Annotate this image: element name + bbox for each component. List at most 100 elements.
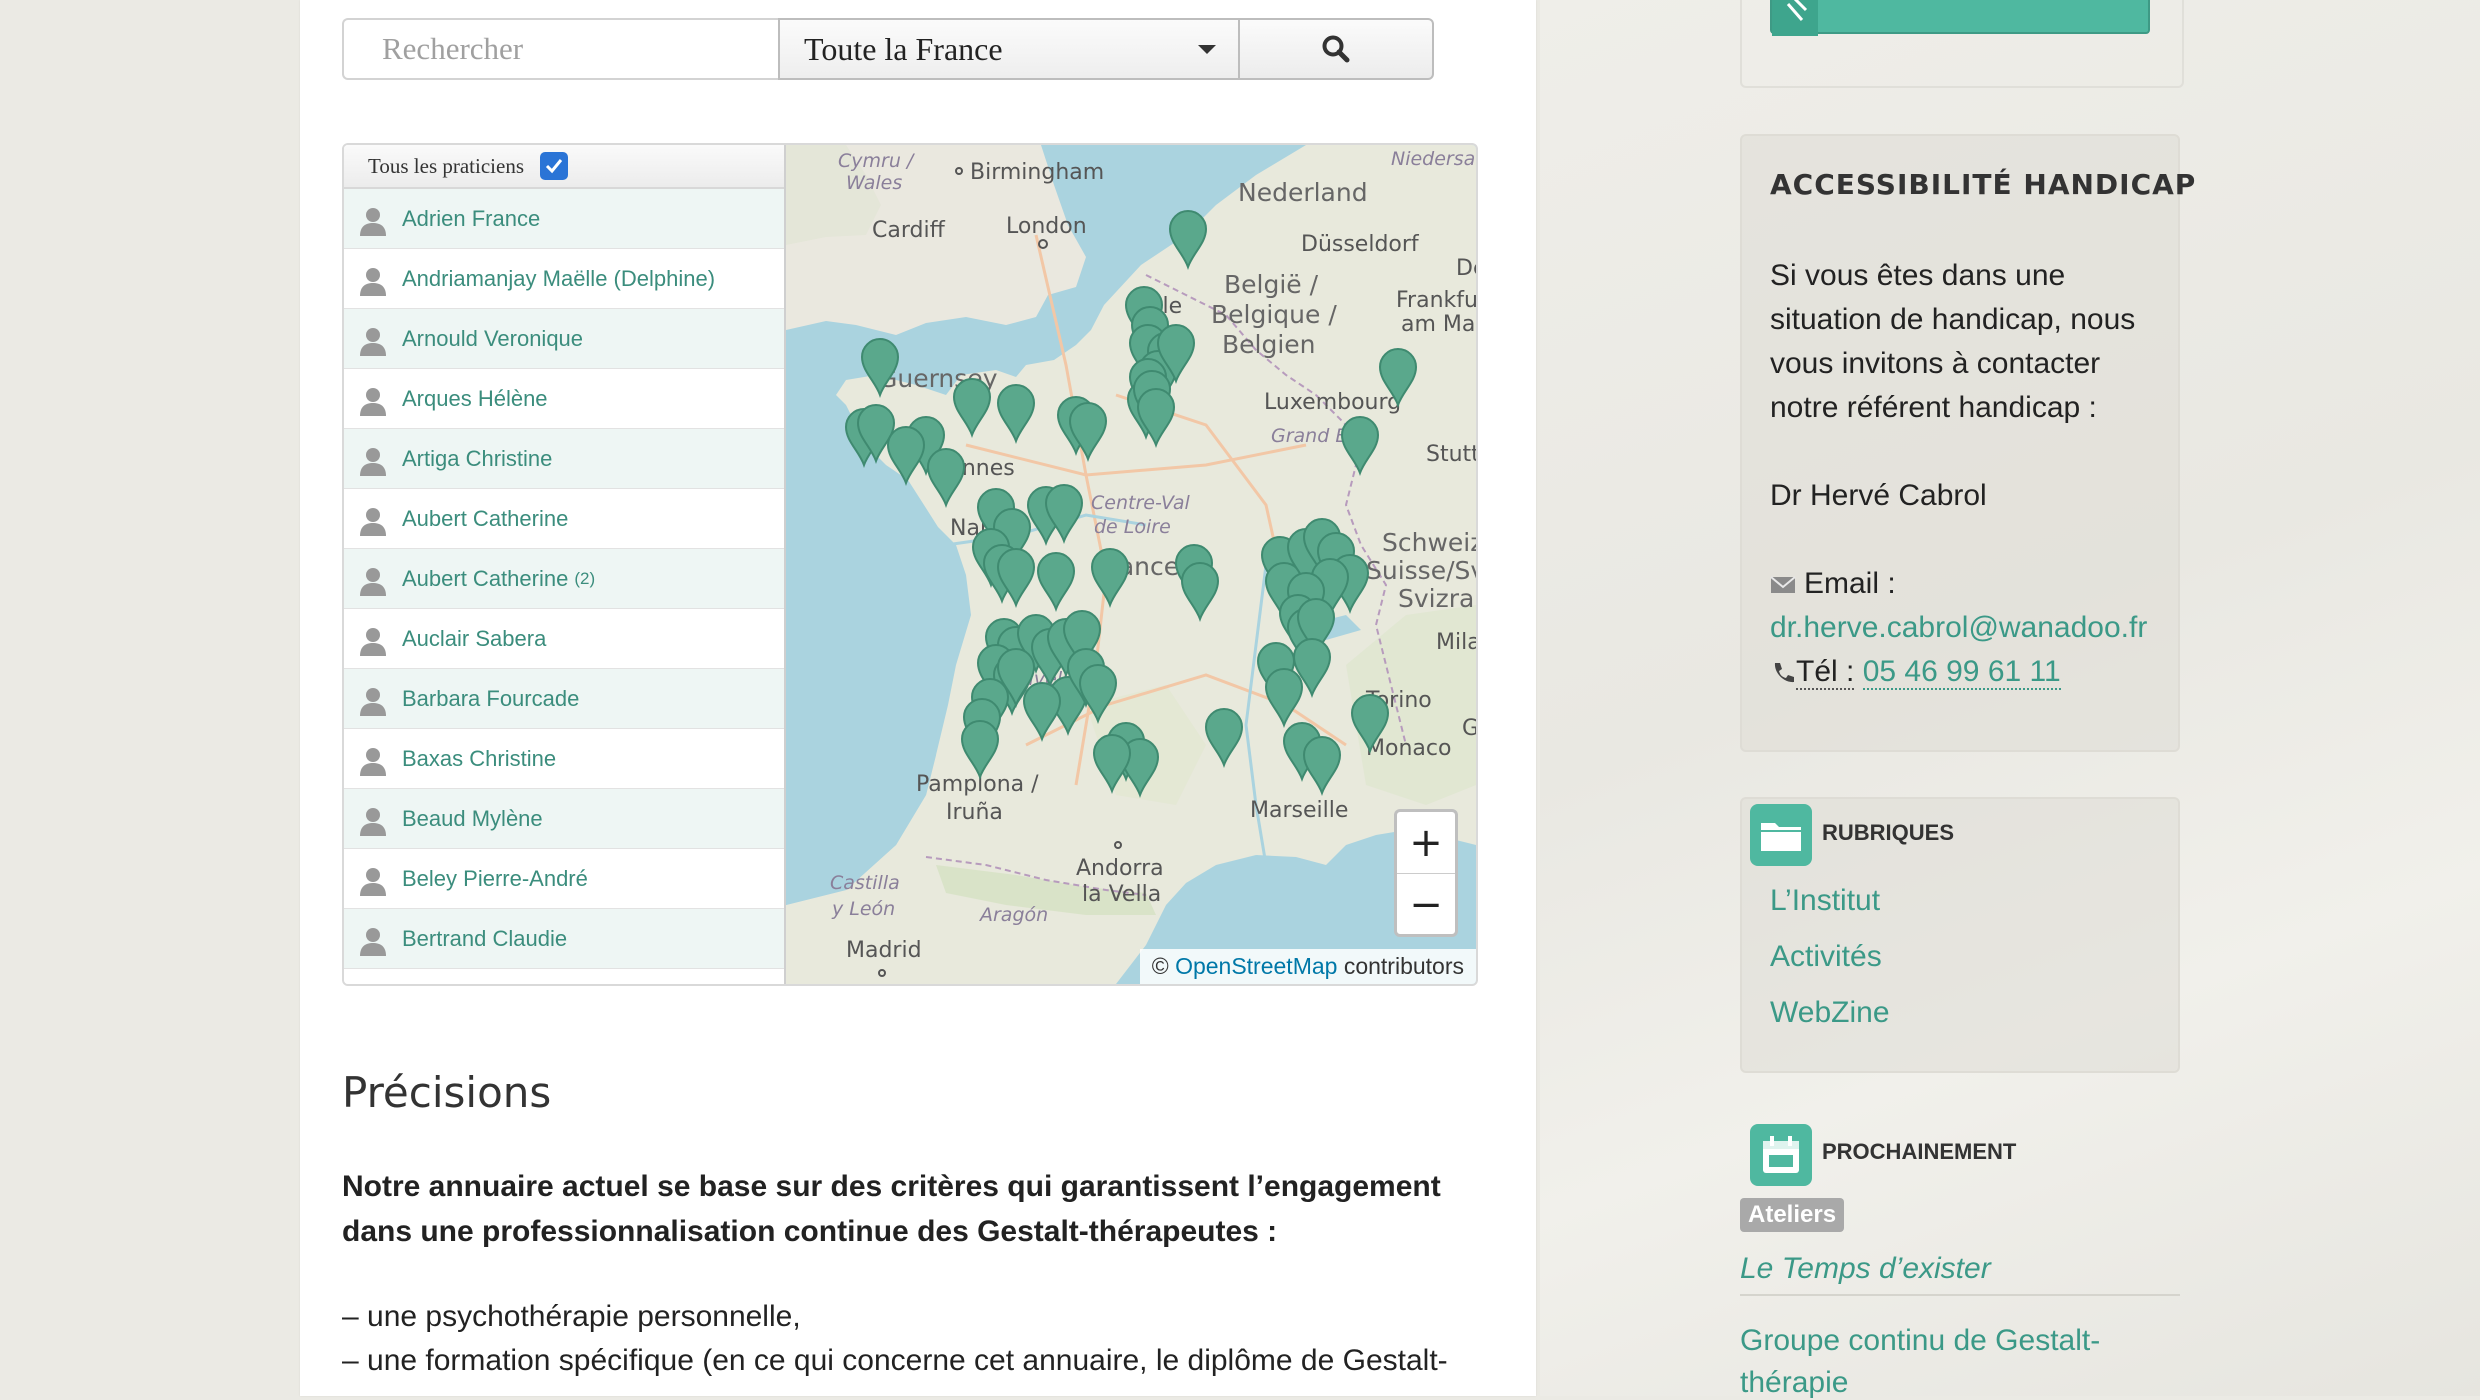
practitioner-name: Arnould Veronique [402, 325, 584, 351]
event-link-groupe-continu-2[interactable]: thérapie [1740, 1366, 1848, 1400]
practitioner-name: Andriamanjay Maëlle (Delphine) [402, 265, 716, 291]
practitioner-name: Aubert Catherine [402, 505, 569, 531]
practitioner-name: Adrien France [402, 205, 541, 231]
practitioner-row[interactable]: Beaud Mylène [344, 789, 784, 849]
accessibility-text-3: vous invitons à contacter [1770, 347, 2101, 380]
practitioner-name: Baxas Christine [402, 745, 557, 771]
practitioner-name: Beaud Mylène [402, 805, 543, 831]
phone-icon [1774, 663, 1794, 683]
practitioner-name: Aubert Catherine [402, 565, 569, 591]
map-label-belgique: Belgique / [1211, 300, 1337, 329]
region-select-value: Toute la France [804, 30, 1003, 67]
person-icon [356, 502, 390, 536]
map-label-de-loire: de Loire [1094, 516, 1171, 538]
map-label-belgien: Belgien [1222, 330, 1316, 359]
accessibility-email-line: dr.herve.cabrol@wanadoo.fr [1770, 606, 2147, 650]
map-label-castilla: Castilla [830, 872, 900, 894]
person-icon [356, 802, 390, 836]
practitioner-row[interactable]: Beley Pierre-André [344, 849, 784, 909]
precisions-item-formation: – une formation spécifique (en ce qui co… [342, 1344, 1448, 1377]
tel-link[interactable]: 05 46 99 61 11 [1862, 655, 2061, 690]
calendar-icon [1750, 1124, 1812, 1186]
ateliers-badge[interactable]: Ateliers [1740, 1198, 1845, 1232]
practitioner-name: Bertrand Claudie [402, 925, 568, 951]
contact-icon [1772, 0, 1818, 36]
practitioner-row[interactable]: Barbara Fourcade [344, 669, 784, 729]
map-label-dusseldorf: Düsseldorf [1301, 232, 1420, 257]
event-link-temps-exister[interactable]: Le Temps d’exister [1740, 1252, 1991, 1286]
map-label-schweiz: Schweiz [1382, 528, 1476, 557]
search-icon [1322, 35, 1350, 63]
zoom-control: + − [1394, 809, 1458, 937]
accessibility-heading: ACCESSIBILITÉ HANDICAP [1770, 168, 2197, 201]
person-icon [356, 682, 390, 716]
practitioner-row[interactable]: Artiga Christine [344, 429, 784, 489]
email-link[interactable]: dr.herve.cabrol@wanadoo.fr [1770, 611, 2147, 644]
all-practitioners-label: Tous les praticiens [368, 153, 524, 178]
directory-panel: Tous les praticiens Adrien France Andriam… [342, 143, 1478, 986]
person-icon [356, 862, 390, 896]
search-input[interactable] [342, 18, 778, 80]
rubrique-link-institut[interactable]: L’Institut [1770, 884, 1880, 918]
accessibility-person: Dr Hervé Cabrol [1770, 479, 1987, 512]
rubrique-link-webzine[interactable]: WebZine [1770, 996, 1890, 1030]
map-label-luxembourg: Luxembourg [1264, 390, 1401, 415]
event-link-groupe-continu-1[interactable]: Groupe continu de Gestalt- [1740, 1324, 2100, 1358]
map-label-suisse: Suisse/Svizz [1366, 556, 1476, 585]
person-icon [356, 262, 390, 296]
map-label-birmingham: Birmingham [970, 160, 1104, 185]
person-icon [356, 442, 390, 476]
map-label-aragon: Aragón [978, 904, 1048, 926]
tel-label: Tél : [1796, 655, 1855, 690]
chevron-down-icon [1198, 44, 1216, 54]
precisions-heading: Précisions [342, 1068, 552, 1117]
map-tiles: Cymru / Wales Birmingham Cardiff London … [786, 145, 1476, 984]
list-header: Tous les praticiens [344, 145, 784, 189]
zoom-out-button[interactable]: − [1397, 874, 1455, 935]
practitioner-row[interactable]: Arnould Veronique [344, 309, 784, 369]
accessibility-text-4: notre référent handicap : [1770, 391, 2097, 424]
accessibility-text-1: Si vous êtes dans une [1770, 259, 2066, 292]
map-label-london: London [1006, 214, 1087, 239]
map-label-de: De [1456, 256, 1476, 281]
map-label-y-leon: y León [831, 898, 895, 920]
practitioner-rows: Adrien France Andriamanjay Maëlle (Delphi… [344, 189, 784, 969]
person-icon [356, 202, 390, 236]
map-label-niedersa: Niedersac [1391, 148, 1476, 170]
accessibility-phone-row: Tél : 05 46 99 61 11 [1770, 650, 2061, 694]
map-label-milano: Mila [1436, 630, 1476, 655]
person-icon [356, 562, 390, 596]
event-divider [1740, 1294, 2180, 1296]
practitioner-row[interactable]: Adrien France [344, 189, 784, 249]
practitioner-name: Artiga Christine [402, 445, 553, 471]
map-label-marseille: Marseille [1250, 798, 1348, 823]
map-label-andorra: Andorra [1076, 856, 1164, 881]
precisions-item-psychotherapie: – une psychothérapie personnelle, [342, 1300, 801, 1333]
contact-button[interactable] [1770, 0, 2150, 36]
map[interactable]: Cymru / Wales Birmingham Cardiff London … [786, 145, 1476, 984]
practitioner-row[interactable]: Aubert Catherine [344, 489, 784, 549]
practitioner-row[interactable]: Andriamanjay Maëlle (Delphine) [344, 249, 784, 309]
practitioner-row[interactable]: Auclair Sabera [344, 609, 784, 669]
all-practitioners-checkbox[interactable] [540, 152, 568, 180]
email-label: Email : [1804, 567, 1896, 600]
practitioner-row[interactable]: Arques Hélène [344, 369, 784, 429]
practitioner-row[interactable]: Bertrand Claudie [344, 909, 784, 969]
practitioner-row[interactable]: Aubert Catherine (2) [344, 549, 784, 609]
prochainement-heading: PROCHAINEMENT [1822, 1139, 2017, 1164]
map-label-am-main: am Mai [1401, 312, 1476, 337]
search-button[interactable] [1240, 18, 1434, 80]
map-label-stuttg: Stuttg [1426, 442, 1476, 467]
rubrique-link-activites[interactable]: Activités [1770, 940, 1882, 974]
map-label-madrid: Madrid [846, 938, 922, 963]
map-label-svizra: Svizra [1398, 584, 1474, 613]
precisions-intro: Notre annuaire actuel se base sur des cr… [342, 1170, 1441, 1248]
attribution-copyright: © [1151, 953, 1169, 979]
practitioner-row[interactable]: Baxas Christine [344, 729, 784, 789]
region-select[interactable]: Toute la France [778, 18, 1240, 80]
zoom-in-button[interactable]: + [1397, 812, 1455, 874]
practitioner-name: Auclair Sabera [402, 625, 547, 651]
practitioner-name: Beley Pierre-André [402, 865, 588, 891]
openstreetmap-link[interactable]: OpenStreetMap [1175, 953, 1337, 979]
map-label-cymru: Cymru / [838, 150, 916, 172]
